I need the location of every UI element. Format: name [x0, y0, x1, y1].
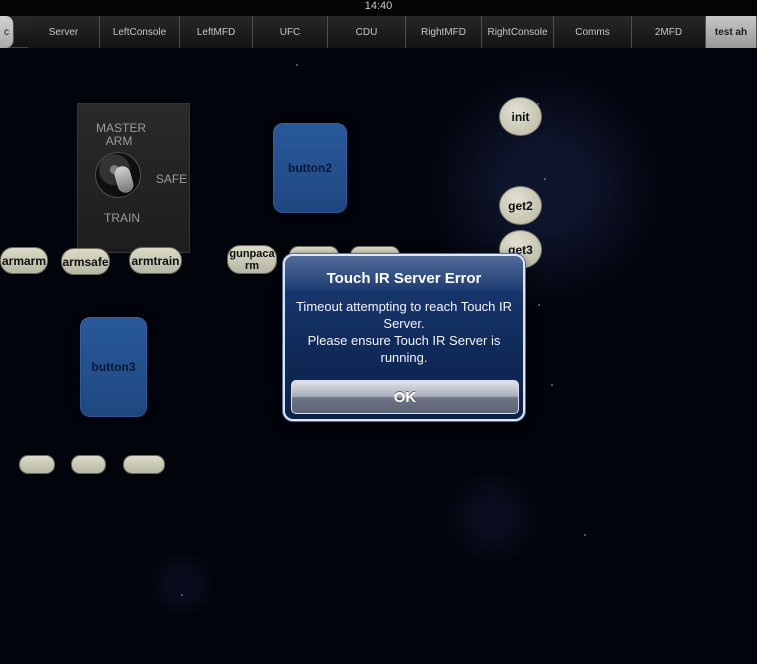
error-alert: Touch IR Server Error Timeout attempting… [283, 254, 525, 421]
ok-button[interactable]: OK [291, 380, 519, 414]
alert-message: Timeout attempting to reach Touch IR Ser… [295, 299, 513, 365]
alert-title: Touch IR Server Error [326, 270, 482, 287]
